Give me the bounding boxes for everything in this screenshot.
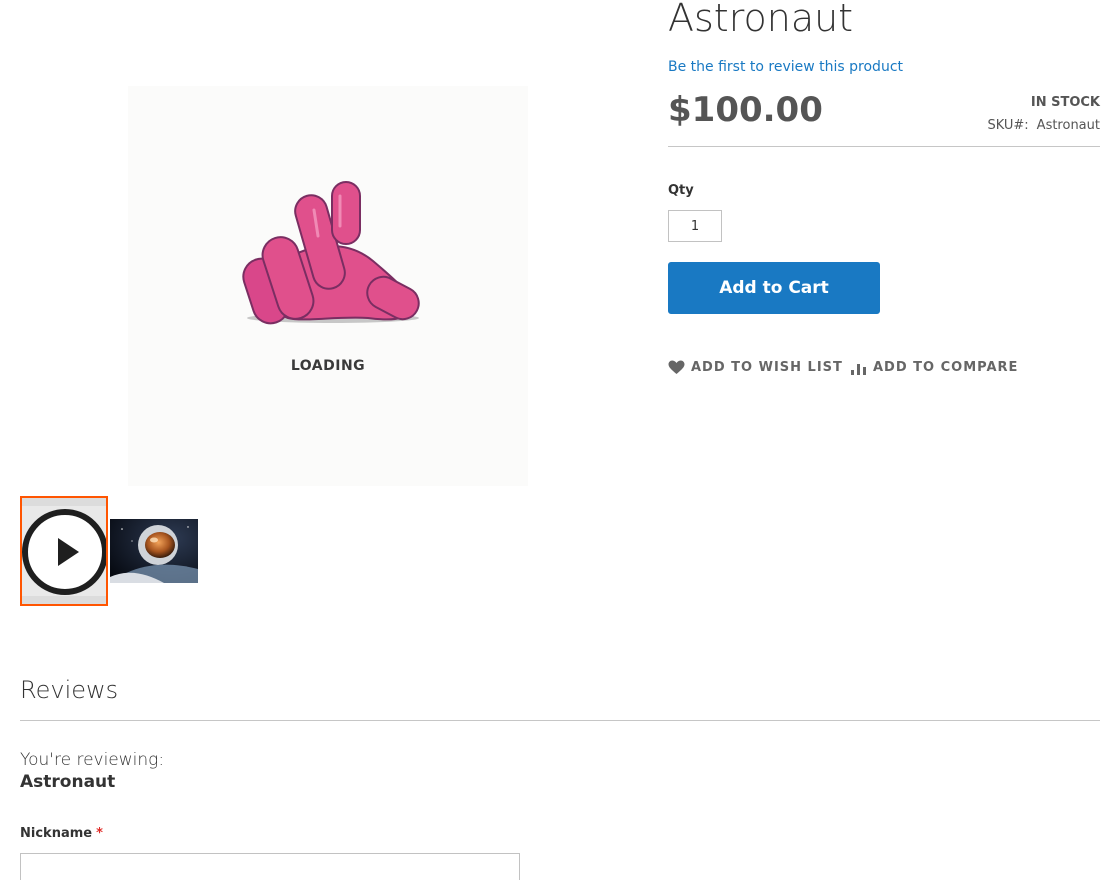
nickname-label: Nickname * <box>20 826 103 841</box>
loading-text: LOADING <box>290 358 366 374</box>
reviewing-product-name: Astronaut <box>20 772 116 792</box>
sku-value: Astronaut <box>1036 118 1100 133</box>
sku-line: SKU#: Astronaut <box>987 118 1100 133</box>
heart-icon <box>668 360 685 375</box>
compare-label: ADD TO COMPARE <box>873 360 1019 375</box>
product-page: LOADING Astronaut Be the first to review… <box>0 0 1120 880</box>
qty-label: Qty <box>668 183 694 198</box>
nickname-input[interactable] <box>20 853 520 880</box>
required-mark: * <box>96 826 103 841</box>
loading-hand-illustration <box>242 181 420 325</box>
product-price: $100.00 <box>668 90 823 130</box>
main-product-image[interactable]: LOADING <box>128 86 528 486</box>
wishlist-label: ADD TO WISH LIST <box>691 360 843 375</box>
astronaut-photo <box>110 519 198 583</box>
reviews-title: Reviews <box>20 676 119 704</box>
nickname-label-text: Nickname <box>20 826 93 841</box>
stock-status: IN STOCK <box>1030 95 1100 110</box>
reviews-divider <box>20 720 1100 721</box>
bar-chart-icon <box>850 361 867 375</box>
add-to-wishlist-link[interactable]: ADD TO WISH LIST <box>668 360 843 375</box>
qty-input[interactable] <box>668 210 722 242</box>
product-title: Astronaut <box>668 0 854 40</box>
play-icon <box>22 509 106 595</box>
add-to-compare-link[interactable]: ADD TO COMPARE <box>850 360 1018 375</box>
thumbnail-video[interactable] <box>20 496 108 606</box>
sku-label: SKU#: <box>987 118 1029 133</box>
first-review-link[interactable]: Be the first to review this product <box>668 59 903 75</box>
thumbnail-astronaut-photo[interactable] <box>110 519 198 583</box>
add-to-cart-button[interactable]: Add to Cart <box>668 262 880 314</box>
info-divider <box>668 146 1100 147</box>
reviewing-legend: You're reviewing: <box>20 750 165 770</box>
